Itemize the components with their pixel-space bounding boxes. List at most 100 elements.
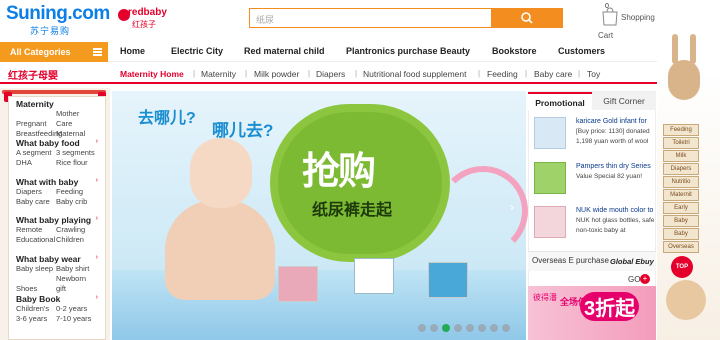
nav-customers[interactable]: Customers — [558, 46, 605, 56]
floating-menu-item[interactable]: Toiletri — [663, 137, 699, 149]
baby-image — [165, 200, 275, 300]
carousel-dot[interactable] — [418, 324, 426, 332]
floating-menu-item[interactable]: Baby — [663, 228, 699, 240]
category-title[interactable]: What with baby — [16, 177, 106, 187]
floating-menu-item[interactable]: Early — [663, 202, 699, 214]
subcategory-link[interactable]: Children — [56, 235, 96, 245]
floating-menu-item[interactable]: Diapers — [663, 163, 699, 175]
subnav-nutrition[interactable]: Nutritional food supplement — [363, 69, 466, 79]
promo-desc: [Buy price: 1130] donated 1,198 yuan wor… — [576, 128, 650, 145]
promo-item[interactable]: NUK wide mouth color to NUK hot glass bo… — [534, 204, 654, 244]
carousel-dot[interactable] — [430, 324, 438, 332]
subcategory-link[interactable]: 3-6 years — [16, 314, 56, 324]
subcategory-link[interactable]: 3 segments — [56, 148, 96, 158]
go-link[interactable]: GO — [628, 275, 640, 284]
category-title[interactable]: What baby wear — [16, 254, 106, 264]
carousel-dot[interactable] — [466, 324, 474, 332]
carousel-dot[interactable] — [454, 324, 462, 332]
ribbon-decoration — [2, 90, 106, 94]
carousel-dot[interactable] — [490, 324, 498, 332]
subcategory-link[interactable]: Baby crib — [56, 197, 96, 207]
nav-electric-city[interactable]: Electric City — [171, 46, 223, 56]
search-input[interactable]: 纸尿 — [249, 8, 492, 28]
subnav-baby-care[interactable]: Baby care — [534, 69, 572, 79]
carousel-dot[interactable] — [478, 324, 486, 332]
subcategory-link[interactable]: Newborn gift — [56, 274, 96, 294]
subcategory-link[interactable]: 0-2 years — [56, 304, 96, 314]
subcategory-link[interactable]: 7-10 years — [56, 314, 96, 324]
tab-gift-corner[interactable]: Gift Corner — [592, 92, 656, 110]
subcategory-link[interactable]: Pregnant — [16, 119, 56, 129]
nav-beauty[interactable]: Plantronics purchase Beauty — [346, 46, 470, 56]
redbaby-logo[interactable]: redbaby 红孩子 — [118, 7, 174, 31]
subcategory-link[interactable]: A segment — [16, 148, 56, 158]
promo-item[interactable]: Pampers thin dry Series Value Special 82… — [534, 160, 654, 200]
category-baby-wear[interactable]: What baby wear › Baby sleep Baby shirt Sh… — [16, 254, 106, 294]
chevron-right-icon: › — [95, 138, 98, 145]
search-button[interactable] — [492, 8, 563, 28]
tab-promotional[interactable]: Promotional — [528, 92, 592, 110]
subnav-maternity[interactable]: Maternity — [201, 69, 236, 79]
promo-title[interactable]: NUK wide mouth color to — [576, 206, 658, 215]
nav-home[interactable]: Home — [120, 46, 145, 56]
subnav-milk-powder[interactable]: Milk powder — [254, 69, 299, 79]
rabbit-ear — [690, 34, 696, 64]
carousel-dot[interactable] — [502, 324, 510, 332]
subnav-feeding[interactable]: Feeding — [487, 69, 518, 79]
search-icon — [521, 12, 533, 24]
subcategory-link[interactable]: Baby sleep — [16, 264, 56, 274]
category-title[interactable]: Baby Book — [16, 294, 106, 304]
subcategory-link[interactable]: Baby care — [16, 197, 56, 207]
separator: | — [355, 69, 358, 78]
overseas-title[interactable]: Overseas E purchase — [532, 256, 609, 265]
promo-item[interactable]: karicare Gold infant for [Buy price: 113… — [534, 115, 654, 155]
floating-menu-item[interactable]: Baby — [663, 215, 699, 227]
category-baby-gear[interactable]: What with baby › Diapers Feeding Baby car… — [16, 177, 106, 207]
category-title[interactable]: What baby playing — [16, 215, 106, 225]
promo-title[interactable]: Pampers thin dry Series — [576, 162, 658, 171]
floating-menu-item[interactable]: Overseas — [663, 241, 699, 253]
category-baby-playing[interactable]: What baby playing › Remote Crawling Educa… — [16, 215, 106, 245]
subnav-toy[interactable]: Toy — [587, 69, 600, 79]
shopping-link[interactable]: Shopping — [621, 13, 655, 22]
floating-menu-item[interactable]: Feeding — [663, 124, 699, 136]
subnav-diapers[interactable]: Diapers — [316, 69, 345, 79]
cart-icon[interactable] — [600, 6, 620, 28]
milk-can-image — [534, 117, 566, 149]
suning-logo[interactable]: Suning.com 苏宁易购 — [6, 4, 114, 37]
subcategory-link[interactable]: Baby shirt — [56, 264, 96, 274]
category-baby-food[interactable]: What baby food › A segment 3 segments DHA… — [16, 138, 106, 168]
subcategory-link[interactable]: DHA — [16, 158, 56, 168]
subcategory-link[interactable]: Feeding — [56, 187, 96, 197]
floating-menu-item[interactable]: Milk — [663, 150, 699, 162]
redbaby-cn-text: 红孩子 — [132, 20, 156, 29]
promo-title[interactable]: karicare Gold infant for — [576, 117, 658, 126]
category-title[interactable]: What baby food — [16, 138, 106, 148]
subcategory-link[interactable]: Rice flour — [56, 158, 96, 168]
subcategory-link[interactable]: Shoes — [16, 284, 56, 294]
nav-red-maternal-child[interactable]: Red maternal child — [244, 46, 325, 56]
rainbow-decoration — [438, 166, 528, 256]
category-baby-book[interactable]: Baby Book › Children's 0-2 years 3-6 year… — [16, 294, 106, 324]
nav-bookstore[interactable]: Bookstore — [492, 46, 537, 56]
subcategory-link[interactable]: Mother Care — [56, 109, 96, 129]
plus-icon[interactable]: + — [640, 274, 650, 284]
category-title[interactable]: Maternity — [16, 99, 106, 109]
chevron-right-icon[interactable]: › — [510, 200, 514, 214]
carousel-dot-active[interactable] — [442, 324, 450, 332]
all-categories-button[interactable]: All Categories — [0, 42, 108, 62]
separator: | — [308, 69, 311, 78]
subcategory-link[interactable]: Children's — [16, 304, 56, 314]
cart-label[interactable]: Cart — [598, 31, 613, 40]
sub-nav — [0, 63, 720, 84]
category-maternity[interactable]: Maternity PregnantMother Care Breastfeed… — [16, 99, 106, 139]
floating-menu-item[interactable]: Nutritio — [663, 176, 699, 188]
subcategory-link[interactable]: Remote — [16, 225, 56, 235]
floating-menu-item[interactable]: Maternit — [663, 189, 699, 201]
back-to-top-button[interactable]: TOP — [671, 256, 693, 278]
subcategory-link[interactable]: Crawling — [56, 225, 96, 235]
subcategory-link[interactable]: Educational — [16, 235, 56, 245]
redbaby-brand[interactable]: 红孩子母婴 — [8, 67, 58, 82]
subnav-maternity-home[interactable]: Maternity Home — [120, 69, 184, 79]
subcategory-link[interactable]: Diapers — [16, 187, 56, 197]
